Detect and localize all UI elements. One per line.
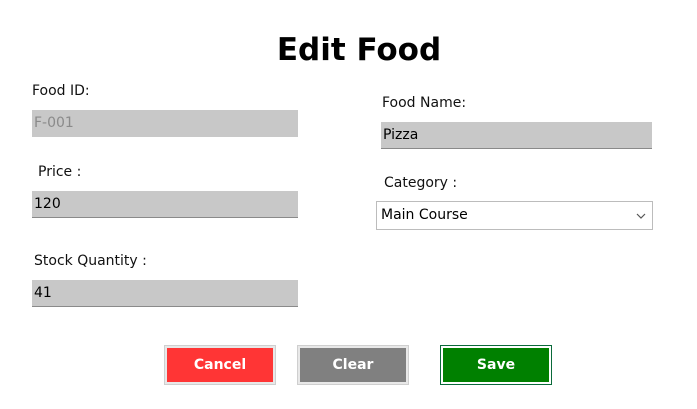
food-name-field[interactable]	[381, 122, 652, 149]
stock-quantity-label: Stock Quantity :	[34, 253, 147, 269]
category-label: Category :	[384, 175, 458, 191]
food-id-field[interactable]	[32, 110, 298, 137]
price-field[interactable]	[32, 191, 298, 218]
food-name-label: Food Name:	[382, 95, 467, 111]
page-title: Edit Food	[276, 32, 442, 68]
price-label: Price :	[38, 164, 82, 180]
category-select[interactable]: Main Course	[376, 201, 653, 230]
cancel-button[interactable]: Cancel	[165, 346, 275, 384]
stock-quantity-field[interactable]	[32, 280, 298, 307]
food-id-label: Food ID:	[32, 83, 90, 99]
clear-button[interactable]: Clear	[298, 346, 408, 384]
category-selected-value: Main Course	[381, 207, 468, 223]
save-button[interactable]: Save	[441, 346, 551, 384]
chevron-down-icon	[634, 202, 648, 229]
